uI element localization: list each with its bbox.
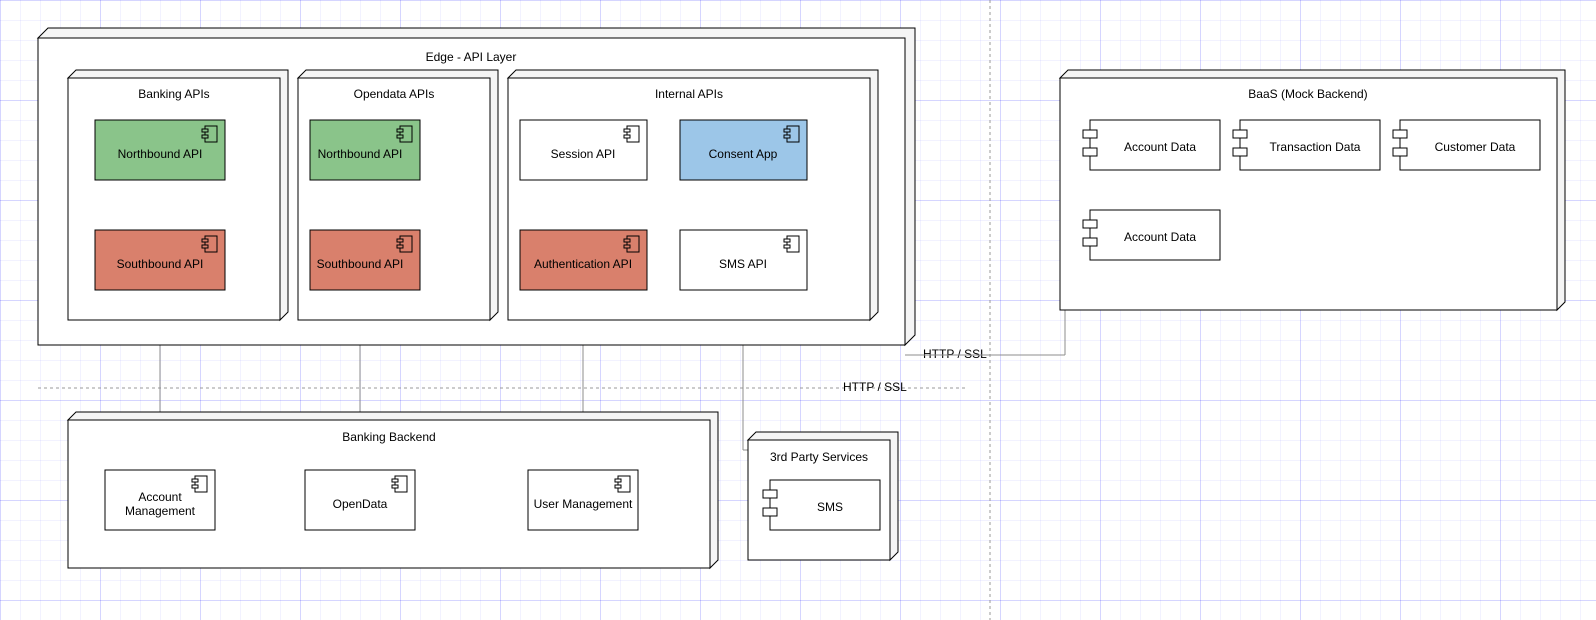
third-party-title: 3rd Party Services bbox=[770, 450, 868, 464]
label-http-ssl-right: HTTP / SSL bbox=[923, 347, 987, 361]
component-baas-account-data: Account Data bbox=[1083, 120, 1220, 170]
label-http-ssl-left: HTTP / SSL bbox=[843, 380, 907, 394]
baas-title: BaaS (Mock Backend) bbox=[1248, 87, 1367, 101]
account-management-label-2: Management bbox=[125, 504, 196, 518]
baas-account-data-label: Account Data bbox=[1124, 140, 1196, 154]
architecture-diagram: HTTP / SSL HTTP / SSL Edge - API Layer B… bbox=[0, 0, 1596, 620]
user-management-label: User Management bbox=[534, 497, 633, 511]
opendata-apis-title: Opendata APIs bbox=[354, 87, 435, 101]
baas-frame: BaaS (Mock Backend) bbox=[1060, 70, 1565, 310]
component-baas-account-data-2: Account Data bbox=[1083, 210, 1220, 260]
component-sms-api: SMS API bbox=[680, 230, 807, 290]
component-opendata-backend: OpenData bbox=[305, 470, 415, 530]
consent-app-label: Consent App bbox=[709, 147, 778, 161]
component-baas-transaction-data: Transaction Data bbox=[1233, 120, 1380, 170]
authentication-api-label: Authentication API bbox=[534, 257, 632, 271]
component-banking-southbound: Southbound API bbox=[95, 230, 225, 290]
edge-api-layer-title: Edge - API Layer bbox=[426, 50, 517, 64]
sms-api-label: SMS API bbox=[719, 257, 767, 271]
component-opendata-northbound: Northbound API bbox=[310, 120, 420, 180]
sms-third-party-label: SMS bbox=[817, 500, 843, 514]
banking-southbound-label: Southbound API bbox=[117, 257, 204, 271]
opendata-southbound-label: Southbound API bbox=[317, 257, 404, 271]
internal-apis-title: Internal APIs bbox=[655, 87, 723, 101]
baas-customer-data-label: Customer Data bbox=[1435, 140, 1516, 154]
component-user-management: User Management bbox=[528, 470, 638, 530]
banking-backend-title: Banking Backend bbox=[342, 430, 435, 444]
baas-account-data-2-label: Account Data bbox=[1124, 230, 1196, 244]
baas-transaction-data-label: Transaction Data bbox=[1270, 140, 1361, 154]
banking-apis-title: Banking APIs bbox=[138, 87, 209, 101]
component-baas-customer-data: Customer Data bbox=[1393, 120, 1540, 170]
component-banking-northbound: Northbound API bbox=[95, 120, 225, 180]
component-session-api: Session API bbox=[520, 120, 647, 180]
component-authentication-api: Authentication API bbox=[520, 230, 647, 290]
account-management-label-1: Account bbox=[138, 490, 182, 504]
component-opendata-southbound: Southbound API bbox=[310, 230, 420, 290]
opendata-backend-label: OpenData bbox=[333, 497, 388, 511]
banking-northbound-label: Northbound API bbox=[118, 147, 203, 161]
component-account-management: Account Management bbox=[105, 470, 215, 530]
component-consent-app: Consent App bbox=[680, 120, 807, 180]
opendata-northbound-label: Northbound API bbox=[318, 147, 403, 161]
session-api-label: Session API bbox=[551, 147, 616, 161]
component-sms-third-party: SMS bbox=[763, 480, 880, 530]
